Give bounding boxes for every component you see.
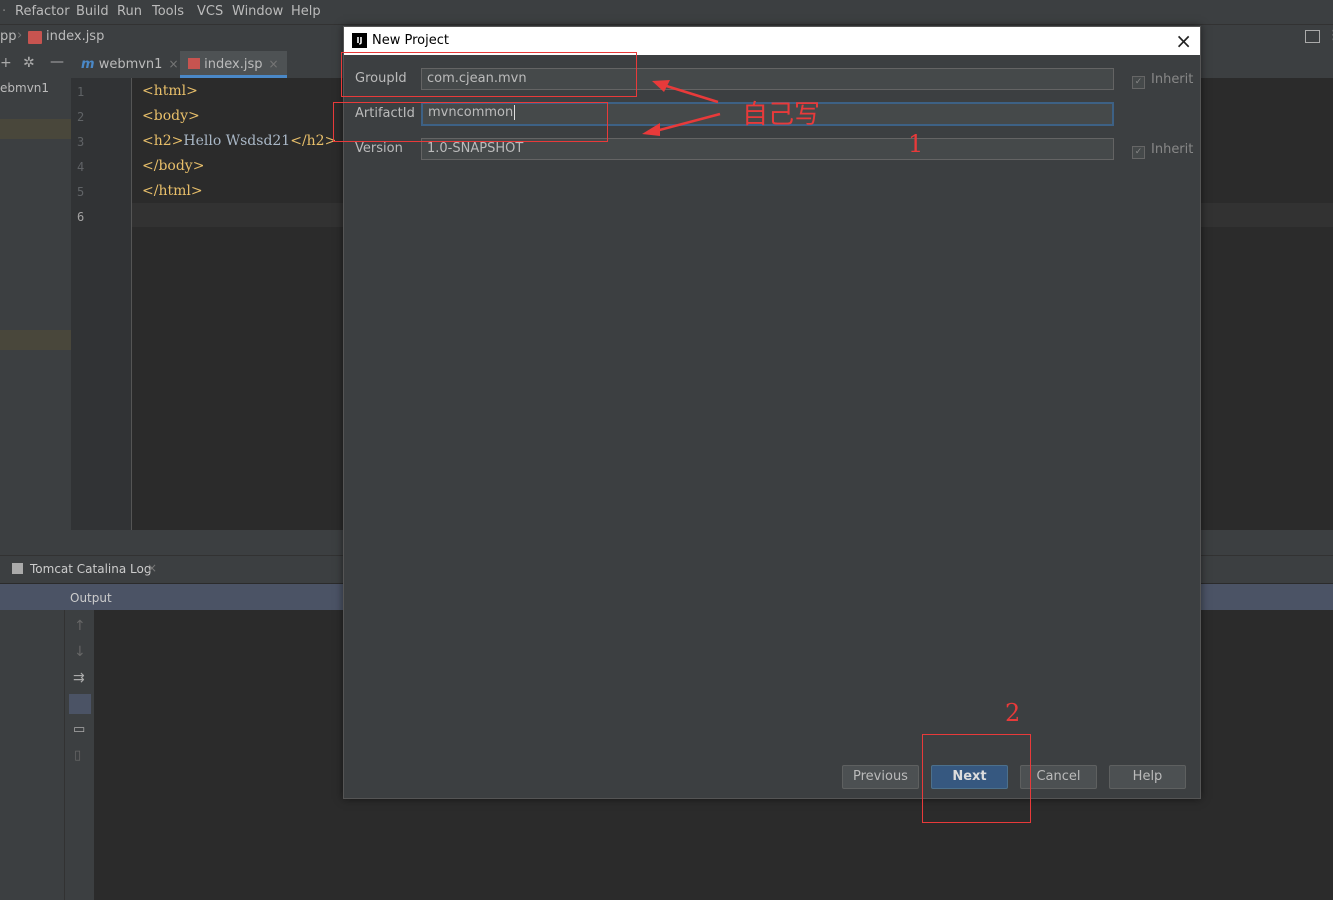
tree-highlight	[0, 330, 71, 350]
menu-run[interactable]: Run	[117, 4, 142, 19]
close-icon[interactable]: ×	[1175, 29, 1192, 53]
annotation-box-artifactid	[333, 102, 608, 142]
line-number: 6	[77, 210, 85, 224]
menu-vcs[interactable]: VCS	[197, 4, 223, 19]
left-tool-strip	[0, 610, 64, 900]
code-line: <html>	[142, 83, 198, 99]
arrow-down-icon[interactable]: ↓	[74, 644, 86, 660]
menu-refactor[interactable]: Refactor	[15, 4, 70, 19]
gear-icon[interactable]: ✲	[23, 55, 35, 71]
arrow-up-icon[interactable]: ↑	[74, 618, 86, 634]
jsp-file-icon	[188, 58, 200, 69]
output-label: Output	[70, 591, 112, 605]
checkbox-icon: ✓	[1132, 146, 1145, 159]
dialog-titlebar[interactable]: IJ New Project ×	[344, 27, 1200, 55]
breadcrumb-prefix[interactable]: pp	[0, 29, 17, 44]
menu-tools[interactable]: Tools	[152, 4, 184, 19]
version-inherit-checkbox[interactable]: ✓ Inherit	[1132, 142, 1193, 159]
code-line: <body>	[142, 108, 200, 124]
expand-icon[interactable]: +	[0, 55, 12, 71]
tab-index-jsp[interactable]: index.jsp ×	[180, 51, 287, 78]
help-button[interactable]: Help	[1109, 765, 1186, 789]
tab-label: index.jsp	[204, 57, 263, 72]
annotation-arrows	[642, 80, 721, 136]
trash-icon[interactable]: ▯	[74, 748, 81, 763]
tree-item[interactable]: ebmvn1	[0, 81, 49, 95]
line-number: 3	[77, 135, 85, 149]
line-number: 2	[77, 110, 85, 124]
cancel-button[interactable]: Cancel	[1020, 765, 1097, 789]
code-line: </body>	[142, 158, 205, 174]
code-line: </html>	[142, 183, 203, 199]
soft-wrap-icon[interactable]: ⇉	[73, 670, 85, 686]
previous-button[interactable]: Previous	[842, 765, 919, 789]
menu-overflow-glyph: ·	[2, 4, 7, 19]
overflow-icon[interactable]: ⋮	[1327, 28, 1333, 43]
annotation-box-next	[922, 734, 1031, 823]
menu-bar: · Refactor Build Run Tools VCS Window He…	[0, 0, 1333, 24]
tab-tomcat-log[interactable]: Tomcat Catalina Log	[30, 562, 151, 576]
close-icon[interactable]: ×	[168, 57, 178, 71]
collapse-icon[interactable]: —	[50, 54, 64, 70]
annotation-note: 自己写	[742, 100, 821, 130]
tab-label: webmvn1	[98, 57, 163, 72]
groupid-inherit-checkbox[interactable]: ✓ Inherit	[1132, 72, 1193, 89]
annotation-arrow-upper	[659, 82, 719, 104]
annotation-arrow-lower	[651, 112, 721, 134]
intellij-icon: IJ	[352, 33, 367, 48]
breadcrumb-file[interactable]: index.jsp	[46, 29, 104, 44]
console-icon	[12, 563, 23, 574]
tree-highlight	[0, 119, 71, 139]
annotation-box-groupid	[341, 52, 637, 97]
jsp-file-icon	[28, 31, 42, 44]
close-icon[interactable]: ×	[147, 561, 157, 575]
version-label: Version	[355, 141, 403, 156]
scroll-to-end-icon[interactable]	[69, 694, 91, 714]
tab-webmvn1[interactable]: m webmvn1 ×	[79, 51, 187, 78]
code-line: <h2>Hello Wsdsd21</h2>	[142, 133, 337, 149]
annotation-step-1: 1	[908, 130, 924, 158]
checkbox-icon: ✓	[1132, 76, 1145, 89]
annotation-step-2: 2	[1005, 699, 1021, 727]
menu-build[interactable]: Build	[76, 4, 109, 19]
menu-window[interactable]: Window	[232, 4, 283, 19]
maven-icon: m	[81, 57, 95, 72]
menu-help[interactable]: Help	[291, 4, 321, 19]
arrowhead-icon	[642, 123, 660, 136]
run-config-icon[interactable]	[1305, 30, 1320, 43]
close-icon[interactable]: ×	[268, 57, 278, 71]
dialog-title: New Project	[372, 33, 449, 48]
line-number: 4	[77, 160, 85, 174]
breadcrumb-separator-icon: ›	[17, 28, 23, 43]
line-number: 5	[77, 185, 85, 199]
project-tree: ebmvn1	[0, 78, 71, 530]
print-icon[interactable]: ▭	[73, 722, 85, 737]
log-toolbar: ↑ ↓ ⇉ ▭ ▯	[64, 610, 95, 900]
line-number: 1	[77, 85, 85, 99]
